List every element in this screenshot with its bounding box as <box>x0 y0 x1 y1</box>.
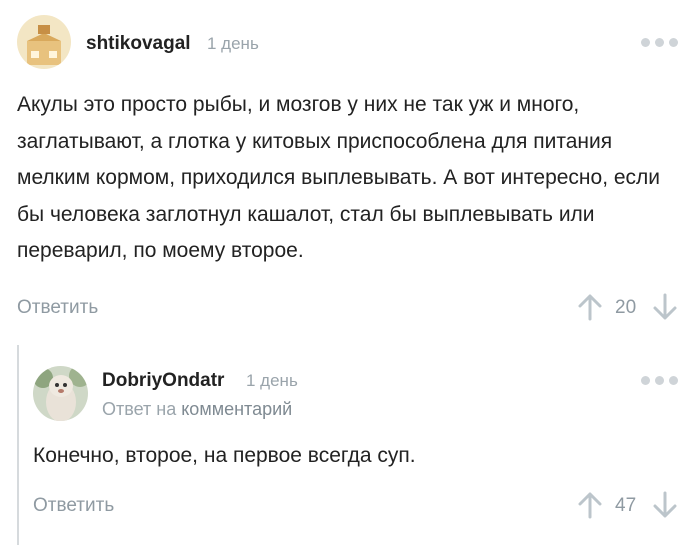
timestamp: 1 день <box>246 371 298 390</box>
comment-text: Конечно, второе, на первое всегда суп. <box>33 444 416 467</box>
downvote-arrow-icon[interactable] <box>652 491 678 519</box>
downvote-arrow-icon[interactable] <box>652 293 678 321</box>
reply-to-line: Ответ на комментарий <box>102 399 292 420</box>
timestamp: 1 день <box>207 34 259 53</box>
score: 47 <box>615 495 637 516</box>
avatar[interactable] <box>17 15 71 69</box>
more-options-icon[interactable] <box>641 38 678 47</box>
reply-to-prefix: Ответ на <box>102 399 177 419</box>
username[interactable]: shtikovagal <box>86 33 191 55</box>
thread-line[interactable] <box>17 345 19 545</box>
reply-to-link[interactable]: комментарий <box>181 399 292 419</box>
username[interactable]: DobriyOndatr <box>102 370 224 392</box>
box-character-icon <box>17 15 71 69</box>
reply-button[interactable]: Ответить <box>17 297 98 319</box>
comment-text: Акулы это просто рыбы, и мозгов у них не… <box>17 93 661 262</box>
score: 20 <box>615 297 637 318</box>
upvote-arrow-icon[interactable] <box>577 491 603 519</box>
reply-button[interactable]: Ответить <box>33 495 114 517</box>
fluffy-creature-icon <box>33 366 88 421</box>
upvote-arrow-icon[interactable] <box>577 293 603 321</box>
avatar[interactable] <box>33 366 88 421</box>
more-options-icon[interactable] <box>641 376 678 385</box>
